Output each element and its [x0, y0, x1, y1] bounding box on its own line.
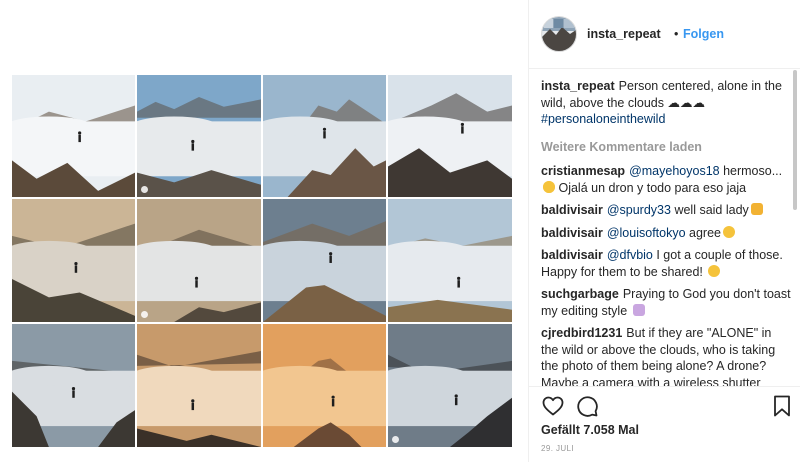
collage-tile-10[interactable]: [137, 324, 261, 447]
post-header: insta_repeat • Folgen: [529, 0, 800, 69]
photo-credit-badge: [141, 311, 148, 318]
pray-emoji: [632, 303, 645, 316]
collage-tile-6[interactable]: [137, 199, 261, 322]
avatar[interactable]: [541, 16, 577, 52]
comment-text-continued: Ojalá un dron y todo para eso jaja: [555, 180, 747, 195]
collage-tile-12[interactable]: [388, 324, 512, 447]
landscape-photo: [263, 199, 386, 322]
landscape-photo: [137, 75, 261, 197]
comment-item: baldivisair @louisoftokyo agree: [541, 225, 791, 242]
comment-username[interactable]: baldivisair: [541, 248, 603, 262]
photo-collage[interactable]: [12, 75, 512, 447]
follow-button[interactable]: Folgen: [683, 27, 724, 41]
comment-username[interactable]: baldivisair: [541, 226, 603, 240]
collage-tile-2[interactable]: [137, 75, 261, 197]
post-actions: [529, 392, 800, 420]
comments-section[interactable]: insta_repeat Person centered, alone in th…: [541, 78, 791, 386]
comment-username[interactable]: suchgarbage: [541, 287, 619, 301]
post-image-pane[interactable]: [0, 0, 528, 462]
collage-tile-9[interactable]: [12, 324, 135, 447]
photo-credit-badge: [392, 436, 399, 443]
smile-emoji: [708, 264, 721, 277]
collage-tile-11[interactable]: [263, 324, 386, 447]
grin-emoji: [723, 225, 735, 238]
caption-hashtag[interactable]: #personaloneinthewild: [541, 112, 665, 126]
likes-count[interactable]: Gefällt 7.058 Mal: [541, 423, 639, 437]
comment-bubble-icon[interactable]: [575, 394, 599, 418]
comment-text: agree: [685, 225, 721, 240]
comment-username[interactable]: baldivisair: [541, 203, 603, 217]
collage-tile-7[interactable]: [263, 199, 386, 322]
comment-item: suchgarbage Praying to God you don't toas…: [541, 286, 791, 319]
landscape-photo: [12, 199, 135, 322]
load-more-comments-button[interactable]: Weitere Kommentare laden: [541, 139, 791, 156]
landscape-photo: [388, 75, 512, 197]
comments-scrollbar[interactable]: [792, 70, 798, 385]
comment-text: hermoso...: [719, 164, 783, 178]
caption: insta_repeat Person centered, alone in th…: [541, 78, 791, 128]
landscape-photo: [12, 324, 135, 447]
comment-mention[interactable]: @louisoftokyo: [607, 226, 686, 240]
landscape-photo: [137, 199, 261, 322]
comment-mention[interactable]: @spurdy33: [607, 203, 671, 217]
collage-tile-8[interactable]: [388, 199, 512, 322]
comment-username[interactable]: cristianmesap: [541, 164, 625, 178]
avatar-image: [542, 17, 576, 51]
header-username[interactable]: insta_repeat: [587, 27, 661, 41]
comment-username[interactable]: cjredbird1231: [541, 326, 622, 340]
landscape-photo: [263, 75, 386, 197]
landscape-photo: [12, 75, 135, 197]
collage-tile-4[interactable]: [388, 75, 512, 197]
post-date[interactable]: 29. JULI: [541, 444, 574, 453]
clap-emoji: [750, 203, 763, 215]
bookmark-icon[interactable]: [770, 394, 794, 418]
caption-username[interactable]: insta_repeat: [541, 79, 615, 93]
landscape-photo: [137, 324, 261, 447]
photo-credit-badge: [141, 186, 148, 193]
collage-tile-1[interactable]: [12, 75, 135, 197]
header-separator: •: [674, 27, 679, 41]
comment-item: cjredbird1231 But if they are "ALONE" in …: [541, 325, 791, 386]
landscape-photo: [388, 199, 512, 322]
collage-tile-3[interactable]: [263, 75, 386, 197]
heart-icon[interactable]: [541, 394, 565, 418]
comment-item: cristianmesap @mayehoyos18 hermoso... Oja…: [541, 163, 791, 196]
comment-text: well said lady: [670, 203, 749, 217]
scrollbar-thumb[interactable]: [793, 70, 797, 210]
comment-mention[interactable]: @mayehoyos18: [629, 164, 720, 178]
collage-tile-5[interactable]: [12, 199, 135, 322]
heart-eyes-emoji: [543, 180, 555, 193]
comment-mention[interactable]: @dfvbio: [607, 248, 653, 262]
landscape-photo: [388, 324, 512, 447]
comment-item: baldivisair @spurdy33 well said lady: [541, 202, 791, 219]
comment-item: baldivisair @dfvbio I got a couple of tho…: [541, 247, 791, 280]
landscape-photo: [263, 324, 386, 447]
actions-divider: [529, 386, 800, 387]
